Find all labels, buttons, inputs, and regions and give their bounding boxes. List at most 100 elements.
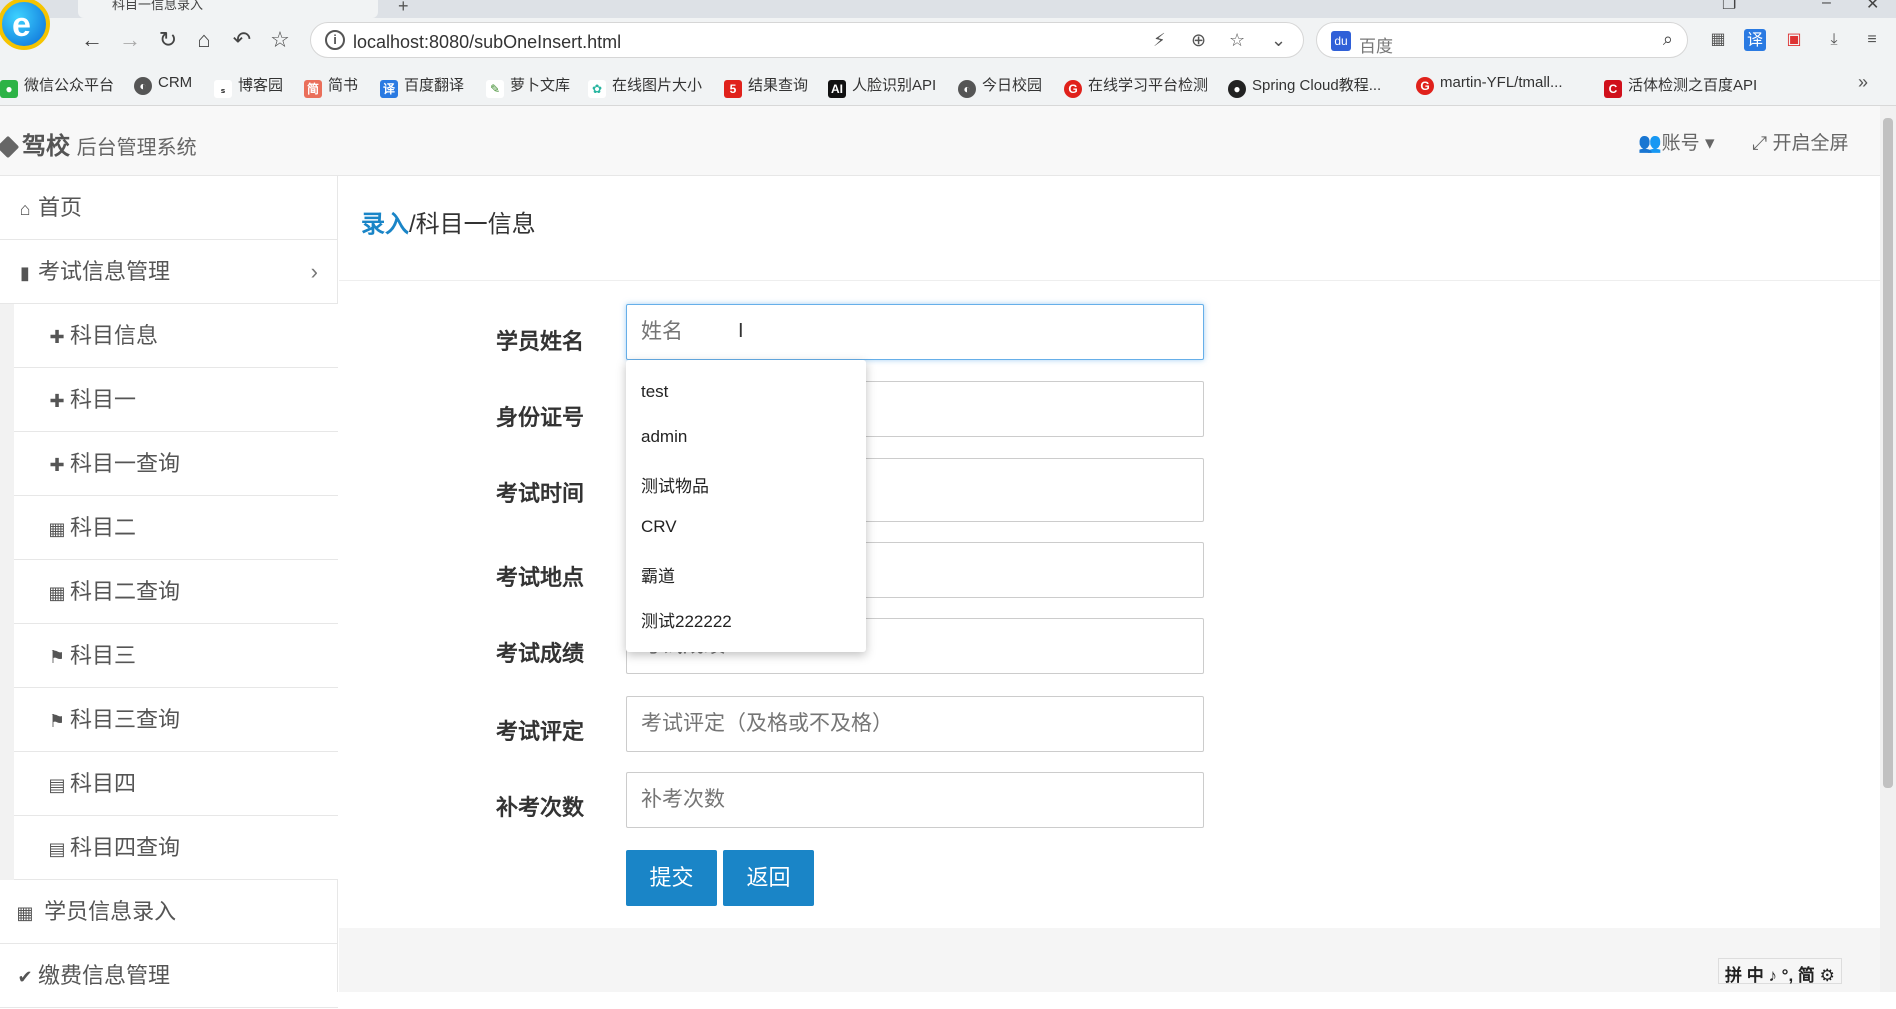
jianshu-icon: 简 — [304, 80, 322, 98]
account-dropdown[interactable]: 👥账号 ▾ — [1638, 128, 1715, 155]
brand[interactable]: 驾校 后台管理系统 — [0, 126, 197, 161]
exam-place-label: 考试地点 — [496, 565, 585, 590]
site-info-icon[interactable]: i — [325, 30, 345, 50]
submenu-indent — [0, 304, 14, 880]
autocomplete-option[interactable]: CRV — [641, 517, 677, 537]
sidebar-item-subject-three-query[interactable]: ⚑ 科目三查询 — [14, 688, 338, 752]
sidebar-item-subject-three[interactable]: ⚑ 科目三 — [14, 624, 338, 688]
bookmark-item[interactable]: ● 微信公众平台 — [0, 74, 114, 98]
sidebar-item-student-entry[interactable]: ▦ 学员信息录入 — [0, 880, 338, 944]
search-icon[interactable]: ⌕ — [1663, 29, 1673, 50]
pdf-icon[interactable]: ▣ — [1782, 28, 1806, 52]
chevron-down-icon[interactable]: ⌄ — [1271, 30, 1286, 51]
puzzle-icon: ✚ — [49, 391, 65, 411]
autocomplete-option[interactable]: 霸道 — [641, 562, 675, 587]
bookmark-star-icon[interactable]: ☆ — [1229, 30, 1245, 51]
bookmark-item[interactable]: ✿ 在线图片大小 — [588, 74, 702, 98]
autocomplete-option[interactable]: test — [641, 382, 668, 402]
bookmark-item[interactable]: ◐ CRM — [134, 74, 192, 95]
bookmark-item[interactable]: ✎ 萝卜文库 — [486, 74, 570, 98]
restore-window-icon[interactable]: ❐ — [1722, 0, 1736, 14]
forward-arrow-icon[interactable]: → — [116, 26, 144, 54]
cnblogs-icon: ₛ — [214, 80, 232, 98]
more-bookmarks-icon[interactable]: » — [1858, 72, 1868, 93]
qr-code-icon[interactable]: ▦ — [1706, 28, 1730, 52]
bookmark-item[interactable]: 5 结果查询 — [724, 74, 808, 98]
menu-icon[interactable]: ≡ — [1860, 28, 1884, 52]
close-window-icon[interactable]: ✕ — [1866, 0, 1879, 14]
autocomplete-option[interactable]: 测试物品 — [641, 472, 709, 497]
sidebar-item-subject-four-query[interactable]: ▤ 科目四查询 — [14, 816, 338, 880]
retake-count-input[interactable] — [626, 772, 1204, 828]
bookmark-item[interactable]: ◐ 今日校园 — [958, 74, 1042, 98]
minimize-window-icon[interactable]: – — [1822, 0, 1831, 12]
translate-icon[interactable]: 译 — [1744, 29, 1766, 51]
calendar-icon: ▤ — [48, 839, 66, 859]
submit-button[interactable]: 提交 — [626, 850, 717, 906]
bookmark-item[interactable]: C 活体检测之百度API — [1604, 74, 1757, 98]
page-title: 录入/科目一信息 — [361, 204, 536, 239]
g-logo-icon: G — [1416, 77, 1434, 95]
puzzle-icon: ✚ — [49, 455, 65, 475]
breadcrumb-link[interactable]: 录入 — [361, 211, 409, 238]
bookmark-item[interactable]: 简简书 — [304, 74, 358, 98]
tag-icon — [0, 135, 20, 159]
sidebar-item-subject-four[interactable]: ▤ 科目四 — [14, 752, 338, 816]
reload-icon[interactable]: ↻ — [154, 26, 182, 54]
bookmark-item[interactable]: Gmartin-YFL/tmall... — [1416, 74, 1563, 95]
scrollbar-thumb[interactable] — [1883, 118, 1893, 788]
text-cursor-icon: I — [738, 320, 744, 342]
puzzle-icon: ✚ — [49, 327, 65, 347]
retake-count-label: 补考次数 — [496, 795, 585, 820]
new-tab-icon[interactable]: + — [398, 0, 409, 17]
page-scrollbar[interactable] — [1880, 106, 1896, 992]
back-arrow-icon[interactable]: ← — [78, 26, 106, 54]
fullscreen-button[interactable]: ⤢ 开启全屏 — [1752, 128, 1849, 155]
search-placeholder: 百度 — [1359, 37, 1393, 56]
g-logo-icon: G — [1064, 80, 1082, 98]
bookmark-item[interactable]: ₛ 博客园 — [214, 74, 283, 98]
brand-subtitle: 后台管理系统 — [76, 137, 197, 159]
address-url[interactable]: localhost:8080/subOneInsert.html — [353, 32, 621, 53]
sidebar-item-subject-info[interactable]: ✚ 科目信息 — [14, 304, 338, 368]
ime-toolbar[interactable]: 拼 中 ♪ °, 简 ⚙ — [1718, 958, 1842, 985]
undo-icon[interactable]: ↶ — [228, 26, 256, 54]
globe-icon: ◐ — [134, 77, 152, 95]
search-engine-box[interactable]: du 百度 ⌕ — [1316, 22, 1688, 58]
sidebar-item-exam-info[interactable]: ▮ 考试信息管理 › — [0, 240, 338, 304]
back-button[interactable]: 返回 — [723, 850, 814, 906]
brand-title: 驾校 — [22, 133, 70, 160]
name-input[interactable] — [626, 304, 1204, 360]
bookmarks-bar: ● 微信公众平台 ◐ CRM ₛ 博客园 简简书 译百度翻译 ✎ 萝卜文库 ✿ 在线图片大… — [0, 62, 1896, 106]
autocomplete-option[interactable]: admin — [641, 427, 687, 447]
browser-tab[interactable]: 科目一信息录入 — [78, 0, 378, 18]
sidebar-item-home[interactable]: ⌂ 首页 — [0, 176, 338, 240]
users-icon: 👥 — [1638, 133, 1662, 154]
exam-score-label: 考试成绩 — [496, 641, 585, 666]
bookmark-item[interactable]: 译百度翻译 — [380, 74, 464, 98]
globe-icon: ◐ — [958, 80, 976, 98]
sidebar-item-fee-management[interactable]: ✔ 缴费信息管理 — [0, 944, 338, 1008]
bookmark-item[interactable]: AI 人脸识别API — [828, 74, 936, 98]
navigation-bar: ← → ↻ ⌂ ↶ ☆ i localhost:8080/subOneInser… — [0, 18, 1896, 62]
autocomplete-option[interactable]: 测试222222 — [641, 607, 732, 632]
zoom-icon[interactable]: ⊕ — [1191, 30, 1206, 51]
home-icon[interactable]: ⌂ — [190, 26, 218, 54]
sidebar: ⌂ 首页 ▮ 考试信息管理 › ✚ 科目信息 ✚ 科目一 ✚ 科目一查询 ▦ 科目二 ▦ 科目二… — [0, 176, 338, 1008]
lightning-icon[interactable]: ⚡ — [1153, 30, 1166, 51]
tab-strip: 科目一信息录入 + ❐ – ✕ — [0, 0, 1896, 18]
sidebar-item-subject-one[interactable]: ✚ 科目一 — [14, 368, 338, 432]
download-icon[interactable]: ⤓ — [1822, 28, 1846, 52]
bookmark-item[interactable]: ● Spring Cloud教程... — [1228, 74, 1381, 98]
main-content: 录入/科目一信息 学员姓名 I 身份证号 考试时间 考试地点 考试成绩 考试评定… — [339, 176, 1880, 992]
bookmark-item[interactable]: G 在线学习平台检测 — [1064, 74, 1208, 98]
sidebar-item-subject-one-query[interactable]: ✚ 科目一查询 — [14, 432, 338, 496]
sidebar-item-subject-two[interactable]: ▦ 科目二 — [14, 496, 338, 560]
sidebar-item-subject-two-query[interactable]: ▦ 科目二查询 — [14, 560, 338, 624]
address-bar[interactable]: i localhost:8080/subOneInsert.html ⚡ ⊕ ☆… — [310, 22, 1304, 58]
gear-icon: ✿ — [588, 80, 606, 98]
caret-down-icon: ▾ — [1704, 133, 1715, 154]
exam-result-input[interactable] — [626, 696, 1204, 752]
star-icon[interactable]: ☆ — [266, 26, 294, 54]
chevron-right-icon: › — [310, 259, 318, 284]
